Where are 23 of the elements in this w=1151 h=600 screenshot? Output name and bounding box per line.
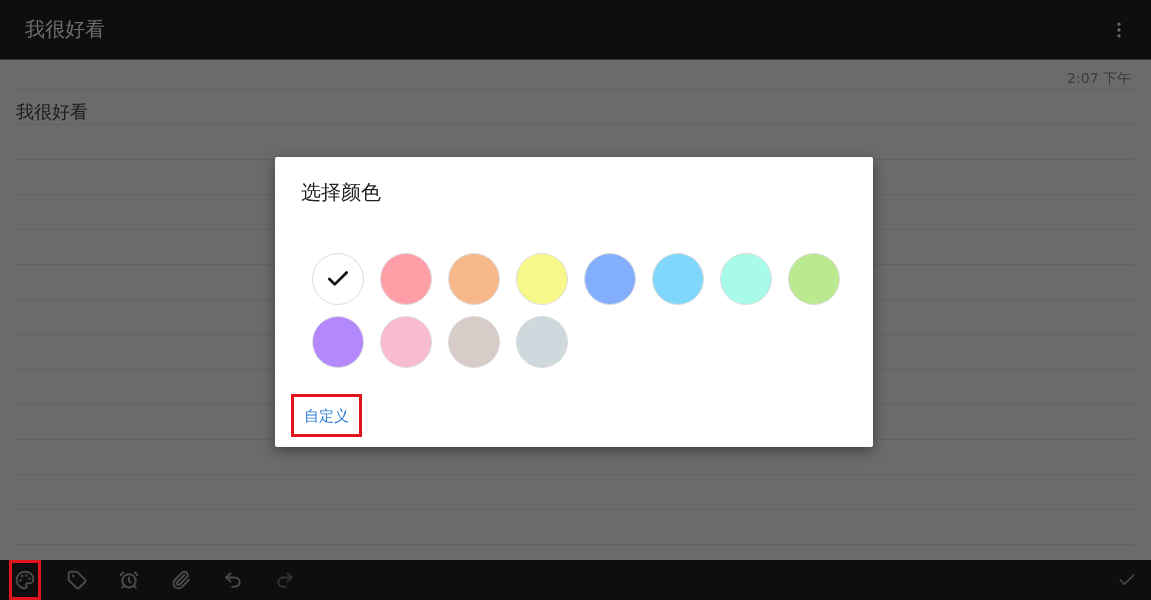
palette-icon bbox=[15, 570, 35, 590]
color-swatch[interactable] bbox=[312, 253, 364, 305]
color-swatch[interactable] bbox=[788, 253, 840, 305]
app-bar-title: 我很好看 bbox=[25, 16, 105, 43]
color-swatch[interactable] bbox=[584, 253, 636, 305]
color-swatch[interactable] bbox=[380, 316, 432, 368]
color-swatch[interactable] bbox=[652, 253, 704, 305]
tag-icon bbox=[67, 570, 87, 590]
undo-icon bbox=[223, 570, 243, 590]
color-swatch[interactable] bbox=[516, 316, 568, 368]
palette-button[interactable] bbox=[9, 560, 41, 600]
color-swatch[interactable] bbox=[448, 316, 500, 368]
alarm-clock-icon bbox=[119, 570, 139, 590]
redo-icon bbox=[275, 570, 295, 590]
note-text[interactable]: 我很好看 bbox=[16, 100, 1135, 124]
color-swatch[interactable] bbox=[516, 253, 568, 305]
custom-color-button[interactable]: 自定义 bbox=[291, 394, 362, 437]
color-swatch[interactable] bbox=[312, 316, 364, 368]
paperclip-icon bbox=[171, 570, 191, 590]
color-swatch[interactable] bbox=[720, 253, 772, 305]
dialog-title: 选择颜色 bbox=[301, 179, 382, 206]
color-swatch[interactable] bbox=[380, 253, 432, 305]
color-swatch[interactable] bbox=[448, 253, 500, 305]
